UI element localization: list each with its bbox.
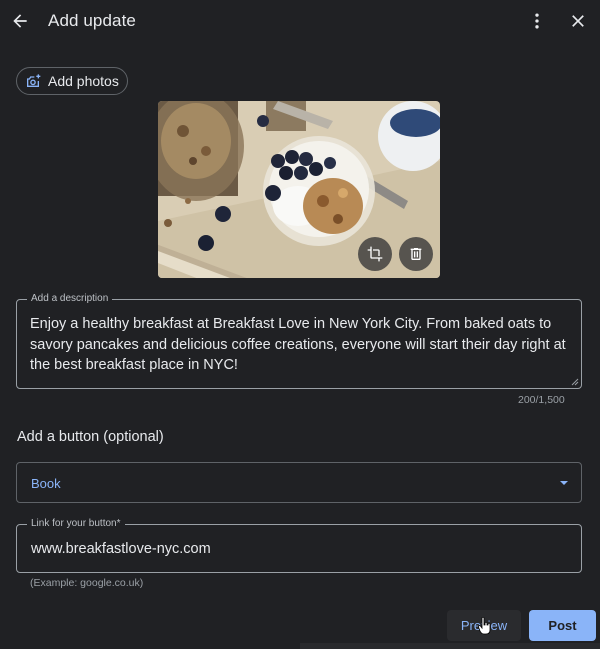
- close-button[interactable]: [562, 5, 594, 37]
- breakfast-photo: [158, 101, 440, 278]
- dropdown-arrow-icon: [560, 481, 568, 485]
- delete-photo-button[interactable]: [399, 237, 433, 271]
- more-vert-icon: [535, 13, 539, 29]
- trash-icon: [410, 248, 422, 260]
- resize-handle-icon[interactable]: [571, 378, 579, 386]
- dialog-title: Add update: [48, 11, 136, 30]
- photo-preview: [158, 101, 440, 278]
- arrow-back-icon: [13, 14, 27, 28]
- crop-button[interactable]: [358, 237, 392, 271]
- close-icon: [572, 15, 584, 27]
- description-field[interactable]: Add a description Enjoy a healthy breakf…: [16, 293, 582, 389]
- link-field[interactable]: Link for your button* www.breakfastlove-…: [16, 518, 582, 573]
- description-label: Add a description: [27, 293, 113, 305]
- more-options-button[interactable]: [521, 5, 553, 37]
- hand-cursor-icon: [478, 617, 491, 635]
- button-type-select[interactable]: Book: [16, 462, 582, 503]
- button-type-value: Book: [31, 476, 61, 491]
- post-button[interactable]: Post: [529, 610, 596, 641]
- bottom-edge: [300, 643, 600, 649]
- link-input[interactable]: www.breakfastlove-nyc.com: [31, 541, 211, 557]
- crop-icon: [367, 246, 383, 262]
- link-label: Link for your button*: [27, 518, 125, 530]
- add-photo-icon: [27, 74, 41, 87]
- post-label: Post: [548, 618, 577, 633]
- button-section-heading: Add a button (optional): [17, 429, 164, 445]
- dialog-header: Add update: [0, 0, 600, 44]
- add-photos-button[interactable]: Add photos: [16, 67, 128, 95]
- description-text[interactable]: Enjoy a healthy breakfast at Breakfast L…: [30, 314, 566, 376]
- back-button[interactable]: [4, 5, 36, 37]
- link-hint: (Example: google.co.uk): [30, 577, 144, 589]
- add-photos-label: Add photos: [48, 73, 119, 89]
- character-counter: 200/1,500: [518, 394, 565, 406]
